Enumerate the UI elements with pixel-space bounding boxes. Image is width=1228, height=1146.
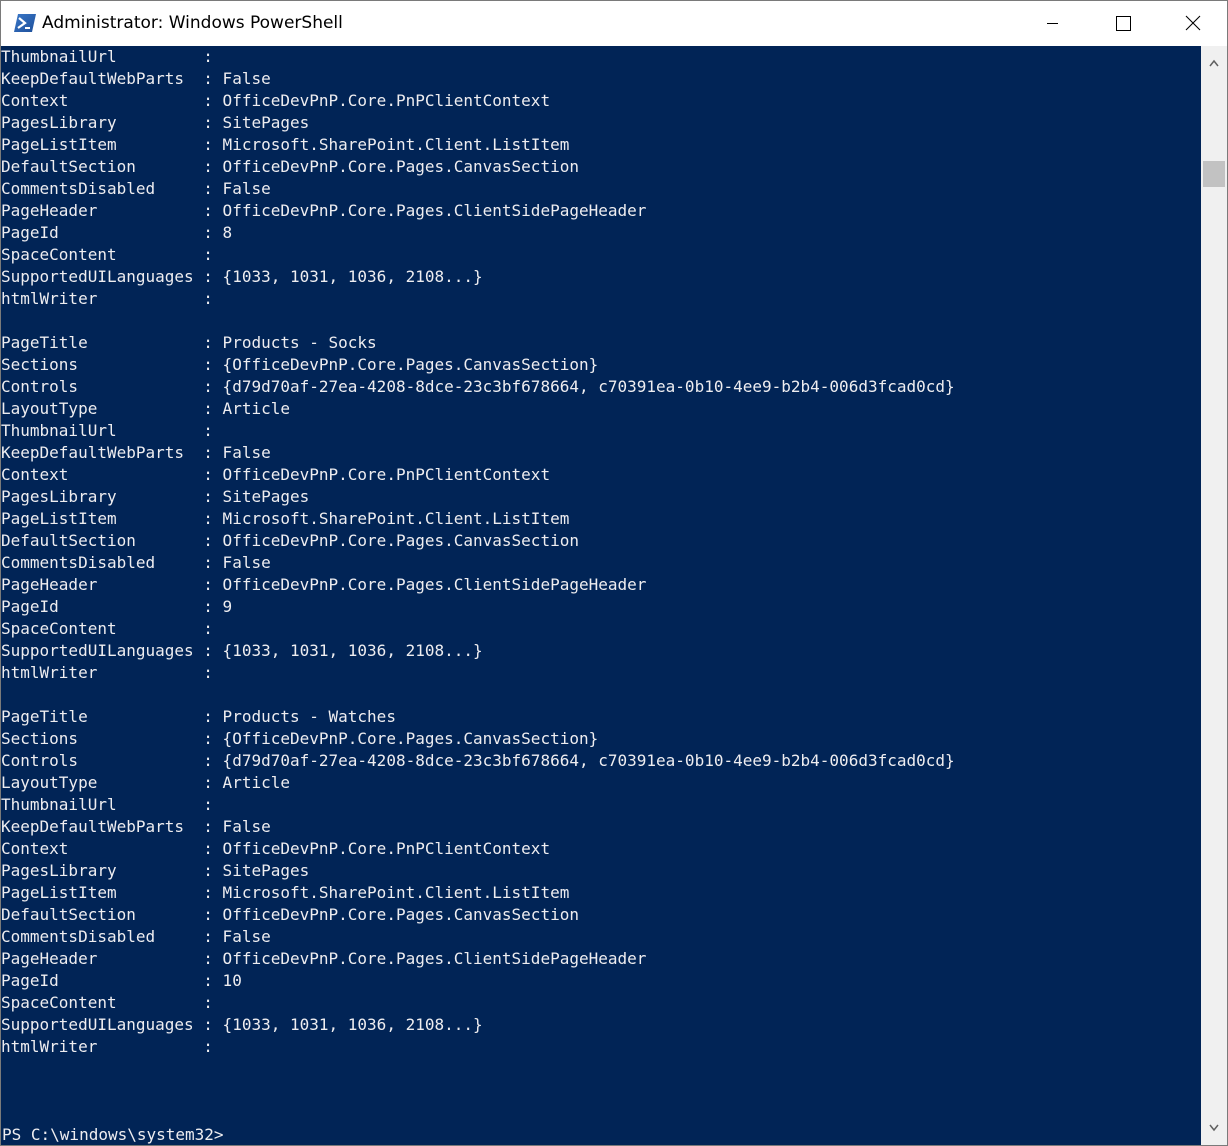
close-icon (1185, 15, 1201, 31)
property-line: CommentsDisabled : False (1, 553, 271, 572)
close-button[interactable] (1169, 1, 1215, 46)
property-line: PageHeader : OfficeDevPnP.Core.Pages.Cli… (1, 575, 647, 594)
property-line: PageListItem : Microsoft.SharePoint.Clie… (1, 883, 570, 902)
console-output-area[interactable]: ThumbnailUrl : KeepDefaultWebParts : Fals… (1, 46, 1201, 1145)
property-line: PageTitle : Products - Watches (1, 707, 396, 726)
powershell-icon[interactable] (14, 13, 36, 33)
property-line: SpaceContent : (1, 619, 213, 638)
minimize-button[interactable] (1029, 1, 1075, 46)
property-line: PagesLibrary : SitePages (1, 113, 310, 132)
property-line: PageHeader : OfficeDevPnP.Core.Pages.Cli… (1, 201, 647, 220)
property-line: Controls : {d79d70af-27ea-4208-8dce-23c3… (1, 751, 955, 770)
property-line: CommentsDisabled : False (1, 927, 271, 946)
scrollbar-thumb[interactable] (1203, 161, 1225, 187)
property-line: SupportedUILanguages : {1033, 1031, 1036… (1, 641, 483, 660)
property-line: Sections : {OfficeDevPnP.Core.Pages.Canv… (1, 729, 599, 748)
command-prompt[interactable]: PS C:\windows\system32> (2, 1124, 224, 1145)
property-line: PagesLibrary : SitePages (1, 861, 310, 880)
vertical-scrollbar[interactable] (1201, 46, 1227, 1145)
maximize-button[interactable] (1099, 1, 1145, 46)
property-line: CommentsDisabled : False (1, 179, 271, 198)
property-line: htmlWriter : (1, 1037, 213, 1056)
property-line: DefaultSection : OfficeDevPnP.Core.Pages… (1, 531, 579, 550)
property-line: PageListItem : Microsoft.SharePoint.Clie… (1, 135, 570, 154)
powershell-window: Administrator: Windows PowerShell Thumbn… (0, 0, 1228, 1146)
console-output: ThumbnailUrl : KeepDefaultWebParts : Fals… (1, 46, 1201, 1058)
property-line: Controls : {d79d70af-27ea-4208-8dce-23c3… (1, 377, 955, 396)
property-line: SupportedUILanguages : {1033, 1031, 1036… (1, 267, 483, 286)
property-line: Sections : {OfficeDevPnP.Core.Pages.Canv… (1, 355, 599, 374)
property-line: PageId : 9 (1, 597, 233, 616)
property-line: DefaultSection : OfficeDevPnP.Core.Pages… (1, 905, 579, 924)
property-line: ThumbnailUrl : (1, 421, 213, 440)
property-line: PageHeader : OfficeDevPnP.Core.Pages.Cli… (1, 949, 647, 968)
property-line: PageListItem : Microsoft.SharePoint.Clie… (1, 509, 570, 528)
property-line: PagesLibrary : SitePages (1, 487, 310, 506)
property-line: LayoutType : Article (1, 773, 290, 792)
scroll-down-arrow-icon (1209, 1124, 1219, 1132)
property-line: SupportedUILanguages : {1033, 1031, 1036… (1, 1015, 483, 1034)
property-line: LayoutType : Article (1, 399, 290, 418)
property-line: ThumbnailUrl : (1, 795, 213, 814)
maximize-icon (1116, 16, 1131, 31)
property-line: DefaultSection : OfficeDevPnP.Core.Pages… (1, 157, 579, 176)
property-line: PageId : 10 (1, 971, 242, 990)
property-line: SpaceContent : (1, 245, 213, 264)
minimize-icon (1047, 23, 1058, 24)
property-line: KeepDefaultWebParts : False (1, 443, 271, 462)
property-line: KeepDefaultWebParts : False (1, 817, 271, 836)
property-line: Context : OfficeDevPnP.Core.PnPClientCon… (1, 839, 551, 858)
property-line: PageId : 8 (1, 223, 233, 242)
property-line: KeepDefaultWebParts : False (1, 69, 271, 88)
scroll-up-arrow-icon (1209, 59, 1219, 67)
property-line: htmlWriter : (1, 289, 213, 308)
property-line: SpaceContent : (1, 993, 213, 1012)
scroll-down-button[interactable] (1201, 1111, 1227, 1145)
property-line: Context : OfficeDevPnP.Core.PnPClientCon… (1, 465, 551, 484)
property-line: ThumbnailUrl : (1, 47, 213, 66)
window-title: Administrator: Windows PowerShell (42, 13, 343, 33)
property-line: htmlWriter : (1, 663, 213, 682)
scroll-up-button[interactable] (1201, 46, 1227, 80)
title-bar[interactable]: Administrator: Windows PowerShell (1, 1, 1227, 46)
property-line: Context : OfficeDevPnP.Core.PnPClientCon… (1, 91, 551, 110)
property-line: PageTitle : Products - Socks (1, 333, 377, 352)
